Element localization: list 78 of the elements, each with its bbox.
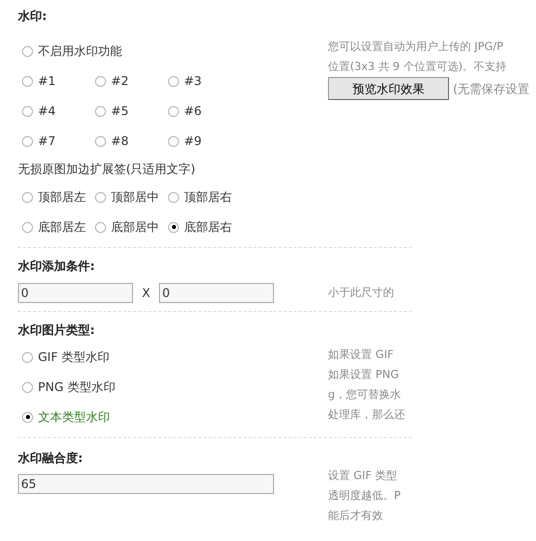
description-text: 处理库，那么还 — [328, 407, 405, 423]
radio-option[interactable]: #8 — [95, 131, 168, 151]
radio-label: PNG 类型水印 — [38, 379, 116, 396]
radio-label: #8 — [111, 133, 129, 150]
description-text: 设置 GIF 类型 — [328, 468, 398, 484]
radio-option[interactable]: #4 — [22, 101, 95, 121]
radio-button[interactable] — [95, 192, 106, 202]
radio-option[interactable]: #9 — [168, 131, 241, 151]
radio-label: #7 — [38, 133, 56, 150]
radio-button[interactable] — [95, 106, 106, 116]
radio-label: #2 — [111, 73, 129, 90]
section-title: 水印添加条件: — [18, 258, 96, 275]
radio-button[interactable] — [22, 222, 33, 232]
description-text: 位置(3x3 共 9 个位置可选)。不支持 — [328, 59, 508, 75]
radio-button[interactable] — [22, 382, 33, 392]
section-title: 水印: — [18, 8, 48, 25]
radio-button[interactable] — [22, 412, 33, 422]
description-text: 如果设置 GIF — [328, 347, 395, 363]
times-text: X — [142, 285, 150, 302]
radio-option[interactable]: #2 — [95, 71, 168, 91]
radio-button[interactable] — [168, 192, 179, 202]
height-field[interactable]: 0 — [159, 283, 274, 303]
radio-option[interactable]: #5 — [95, 101, 168, 121]
radio-button[interactable] — [22, 106, 33, 116]
description-text: 如果设置 PNG — [328, 367, 400, 383]
description-text: 能后才有效 — [328, 508, 384, 524]
radio-button[interactable] — [22, 192, 33, 202]
radio-option[interactable]: 底部居中 — [95, 217, 168, 237]
section-title: 水印图片类型: — [18, 322, 96, 339]
radio-label: 顶部居中 — [111, 189, 159, 206]
radio-button[interactable] — [95, 76, 106, 86]
radio-label: 文本类型水印 — [38, 409, 110, 426]
radio-button[interactable] — [168, 76, 179, 86]
radio-button[interactable] — [22, 76, 33, 86]
note-text: (无需保存设置 — [453, 80, 530, 98]
radio-option[interactable]: 底部居左 — [22, 217, 95, 237]
radio-label: #5 — [111, 103, 129, 120]
radio-button[interactable] — [95, 136, 106, 146]
radio-option[interactable]: 不启用水印功能 — [22, 41, 328, 61]
radio-label: #6 — [184, 103, 202, 120]
radio-button[interactable] — [22, 136, 33, 146]
caption-text: 无损原图加边扩展签(只适用文字) — [18, 161, 196, 178]
radio-button[interactable] — [168, 106, 179, 116]
preview-button[interactable]: 预览水印效果 — [328, 77, 449, 100]
radio-option[interactable]: 顶部居中 — [95, 187, 168, 207]
radio-option[interactable]: GIF 类型水印 — [22, 347, 328, 367]
radio-option[interactable]: #7 — [22, 131, 95, 151]
radio-label: 底部居右 — [184, 219, 232, 236]
radio-label: #1 — [38, 73, 56, 90]
radio-option[interactable]: PNG 类型水印 — [22, 377, 328, 397]
radio-label: 顶部居右 — [184, 189, 232, 206]
section-title: 水印融合度: — [18, 450, 84, 467]
blend-field[interactable]: 65 — [18, 474, 274, 494]
description-text: 透明度越低。P — [328, 488, 401, 504]
radio-option[interactable]: #1 — [22, 71, 95, 91]
radio-option[interactable]: 文本类型水印 — [22, 407, 328, 427]
description-text: 您可以设置自动为用户上传的 JPG/P — [328, 39, 504, 55]
radio-button[interactable] — [95, 222, 106, 232]
radio-label: 底部居左 — [38, 219, 86, 236]
radio-label: #3 — [184, 73, 202, 90]
radio-button[interactable] — [168, 136, 179, 146]
radio-label: 底部居中 — [111, 219, 159, 236]
description-text: 小于此尺寸的 — [328, 285, 394, 301]
radio-option[interactable]: #6 — [168, 101, 241, 121]
radio-label: #4 — [38, 103, 56, 120]
radio-label: #9 — [184, 133, 202, 150]
radio-option[interactable]: 底部居右 — [168, 217, 241, 237]
width-field[interactable]: 0 — [18, 283, 133, 303]
radio-button[interactable] — [168, 222, 179, 232]
radio-label: 不启用水印功能 — [38, 43, 122, 60]
radio-option[interactable]: 顶部居右 — [168, 187, 241, 207]
radio-option[interactable]: 顶部居左 — [22, 187, 95, 207]
radio-label: 顶部居左 — [38, 189, 86, 206]
radio-label: GIF 类型水印 — [38, 349, 110, 366]
description-text: g，您可替换水 — [328, 387, 402, 403]
radio-button[interactable] — [22, 46, 33, 56]
radio-option[interactable]: #3 — [168, 71, 241, 91]
radio-button[interactable] — [22, 352, 33, 362]
